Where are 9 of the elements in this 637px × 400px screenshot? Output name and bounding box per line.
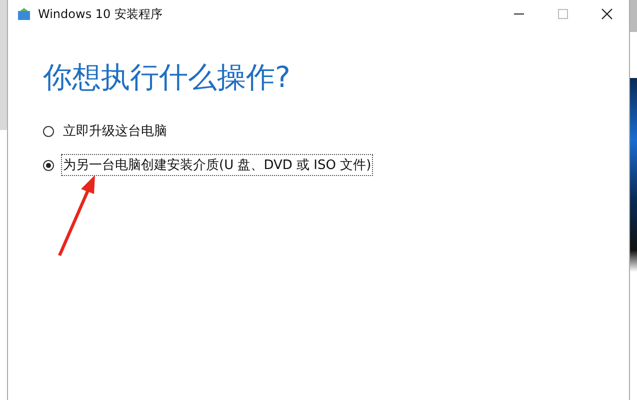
close-icon xyxy=(601,8,613,20)
window-title: Windows 10 安装程序 xyxy=(38,6,162,22)
radio-button[interactable] xyxy=(43,126,54,136)
maximize-icon xyxy=(557,8,569,20)
radio-button[interactable] xyxy=(43,160,54,170)
option-label[interactable]: 为另一台电脑创建安装介质(U 盘、DVD 或 ISO 文件) xyxy=(61,154,374,176)
setup-icon xyxy=(17,7,31,21)
page-heading: 你想执行什么操作? xyxy=(43,59,292,96)
option-label[interactable]: 立即升级这台电脑 xyxy=(61,120,169,142)
